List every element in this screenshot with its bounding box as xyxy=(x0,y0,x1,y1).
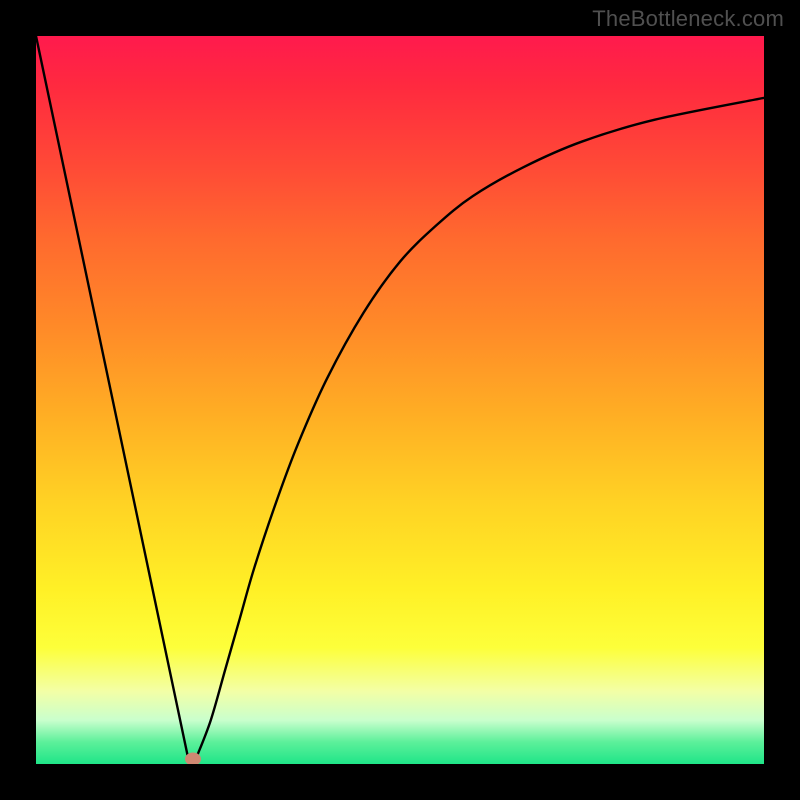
plot-area xyxy=(36,36,764,764)
optimal-point-marker xyxy=(185,752,201,764)
curve-layer xyxy=(36,36,764,764)
bottleneck-curve xyxy=(36,36,764,758)
watermark-text: TheBottleneck.com xyxy=(592,6,784,32)
chart-frame: TheBottleneck.com xyxy=(0,0,800,800)
